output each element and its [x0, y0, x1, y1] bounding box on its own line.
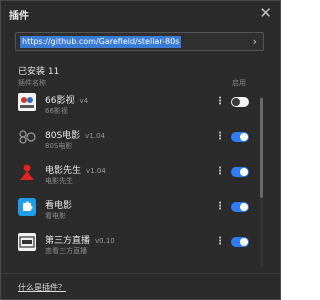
toggle-knob	[232, 98, 240, 106]
plugin-description: 电影先生	[45, 177, 73, 185]
column-header-enable: 启用	[232, 79, 246, 87]
red-figure-icon	[18, 163, 36, 181]
what-is-plugin-link[interactable]: 什么是插件？	[18, 282, 66, 293]
plugin-version: v1.04	[85, 132, 105, 140]
plugin-url-input[interactable]: https://github.com/Garefield/stellar-80s…	[15, 32, 264, 51]
66ys-logo-icon	[18, 93, 36, 111]
arrow-right-icon[interactable]: ›	[253, 34, 257, 50]
plugin-item-66ys[interactable]: 66影视 v4 66影视 ⋮	[15, 91, 255, 121]
plugin-item-kan-dianying[interactable]: 看电影 看电影 ⋮	[15, 196, 255, 226]
plugin-name: 看电影	[45, 201, 73, 211]
plugin-item-80s[interactable]: 80S电影 v1.04 80S电影 ⋮	[15, 126, 255, 156]
plugin-description: 66影视	[45, 107, 68, 115]
live-tv-icon	[18, 233, 36, 251]
close-icon[interactable]: ✕	[259, 4, 272, 22]
plugin-toggle-kan-dianying[interactable]	[231, 202, 249, 212]
column-header-name: 插件名称	[18, 79, 46, 87]
toggle-knob	[240, 168, 248, 176]
installed-count: 已安装 11	[18, 67, 60, 77]
plugin-version: v1.04	[86, 167, 106, 175]
toggle-knob	[240, 238, 248, 246]
plugin-description: 看电影	[45, 212, 66, 220]
plugin-toggle-dianying-xiansheng[interactable]	[231, 167, 249, 177]
plugin-item-dianying-xiansheng[interactable]: 电影先生 v1.04 电影先生 ⋮	[15, 161, 255, 191]
plugin-name: 电影先生	[45, 166, 82, 176]
plugin-toggle-third-party-live[interactable]	[231, 237, 249, 247]
toggle-knob	[240, 133, 248, 141]
plugin-list: 66影视 v4 66影视 ⋮ 80S电影 v1.04 80S电影 ⋮ 电影先生 …	[15, 91, 255, 263]
more-dots-icon[interactable]: ⋮	[215, 237, 225, 247]
dialog-title: 插件	[9, 11, 29, 22]
scrollbar-thumb[interactable]	[260, 98, 263, 198]
plugin-dialog: 插件 ✕ https://github.com/Garefield/stella…	[0, 0, 281, 300]
plugin-version: v0.10	[95, 237, 115, 245]
toggle-knob	[240, 203, 248, 211]
more-dots-icon[interactable]: ⋮	[215, 132, 225, 142]
80s-logo-icon	[18, 128, 36, 146]
plugin-item-third-party-live[interactable]: 第三方直播 v0.10 查看三方直播 ⋮	[15, 231, 255, 261]
more-dots-icon[interactable]: ⋮	[215, 202, 225, 212]
plugin-toggle-80s[interactable]	[231, 132, 249, 142]
footer-divider	[1, 273, 280, 274]
more-dots-icon[interactable]: ⋮	[215, 167, 225, 177]
plugin-version: v4	[79, 97, 89, 105]
more-dots-icon[interactable]: ⋮	[215, 97, 225, 107]
plugin-description: 80S电影	[45, 142, 73, 150]
plugin-description: 查看三方直播	[45, 247, 87, 255]
blue-puzzle-icon	[18, 198, 36, 216]
plugin-toggle-66ys[interactable]	[231, 97, 249, 107]
plugin-name: 第三方直播	[45, 236, 91, 246]
title-bar: 插件 ✕	[1, 1, 280, 27]
plugin-url-text[interactable]: https://github.com/Garefield/stellar-80s	[20, 36, 182, 48]
plugin-name: 80S电影	[45, 131, 81, 141]
plugin-name: 66影视	[45, 96, 75, 106]
